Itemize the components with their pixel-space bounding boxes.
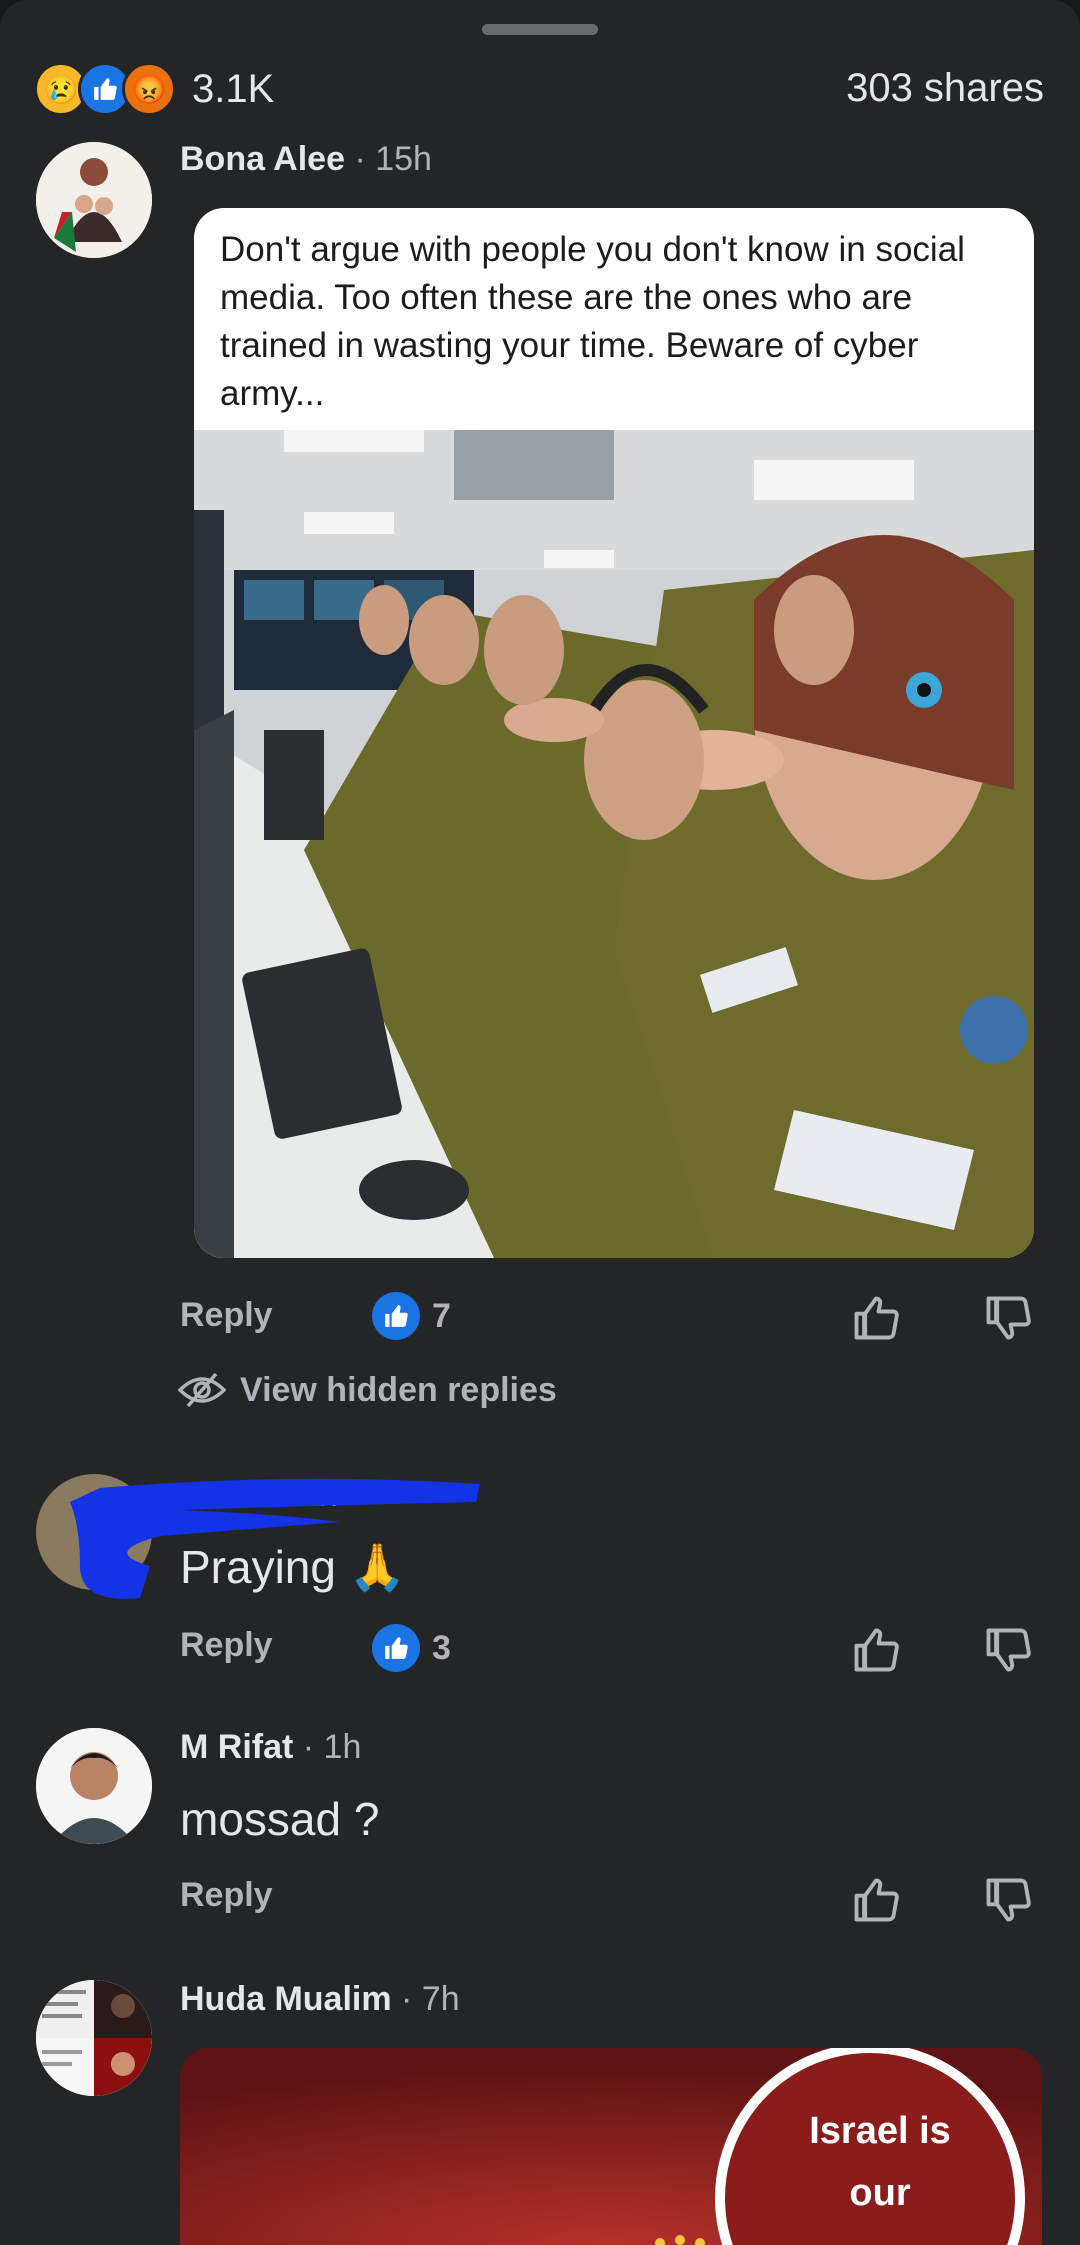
downvote-icon[interactable] [982,1874,1034,1926]
image-caption: Don't argue with people you don't know i… [220,230,965,413]
like-count: 7 [432,1296,451,1335]
like-badge-icon [372,1292,420,1340]
avatar[interactable] [36,142,152,258]
upvote-icon[interactable] [850,1292,902,1344]
upvote-icon[interactable] [850,1624,902,1676]
downvote-icon[interactable] [982,1624,1034,1676]
drag-handle[interactable] [482,24,598,35]
hidden-replies-label: View hidden replies [240,1370,557,1409]
comment-header: M Rifat · 1h [180,1728,361,1767]
comment-time: · 7h [401,1980,460,2018]
downvote-icon[interactable] [982,1292,1034,1344]
comment-text: mossad ? [180,1793,380,1845]
like-badge-icon [372,1624,420,1672]
avatar[interactable] [36,1728,152,1844]
commenter-name[interactable]: Bona Alee [180,140,345,178]
comment-image[interactable]: Israel is our [180,2048,1042,2245]
reply-button[interactable]: Reply [180,1296,273,1335]
comment-header: Bona Alee · 15h [180,140,432,179]
share-count[interactable]: 303 shares [846,66,1044,111]
reply-button[interactable]: Reply [180,1876,273,1915]
like-count: 3 [432,1628,451,1667]
comment-text: Praying 🙏 [180,1541,407,1593]
commenter-name[interactable]: M Rifat [180,1728,293,1766]
comment-image[interactable]: Don't argue with people you don't know i… [194,208,1034,1258]
reaction-count[interactable]: 3.1K [192,67,274,112]
soldiers-photo [194,430,1034,1258]
view-hidden-replies[interactable]: View hidden replies [178,1370,557,1410]
avatar[interactable] [36,1980,152,2096]
sticker-text: Israel is our [809,2110,951,2214]
reaction-summary[interactable]: 😢 😡 3.1K [34,62,274,116]
commenter-name[interactable]: Huda Mualim [180,1980,392,2018]
eye-slash-icon [178,1372,226,1408]
comment-likes[interactable]: 3 [372,1624,451,1672]
upvote-icon[interactable] [850,1874,902,1926]
angry-reaction-icon: 😡 [122,62,176,116]
comment-time: · 1h [302,1728,362,1766]
comments-sheet: 😢 😡 3.1K 303 shares Bona Alee · 15h Don'… [0,0,1080,2245]
comment-header: Huda Mualim · 7h [180,1980,460,2019]
comment-time: · 15h [354,140,432,178]
comment-likes[interactable]: 7 [372,1292,451,1340]
reply-button[interactable]: Reply [180,1626,273,1665]
